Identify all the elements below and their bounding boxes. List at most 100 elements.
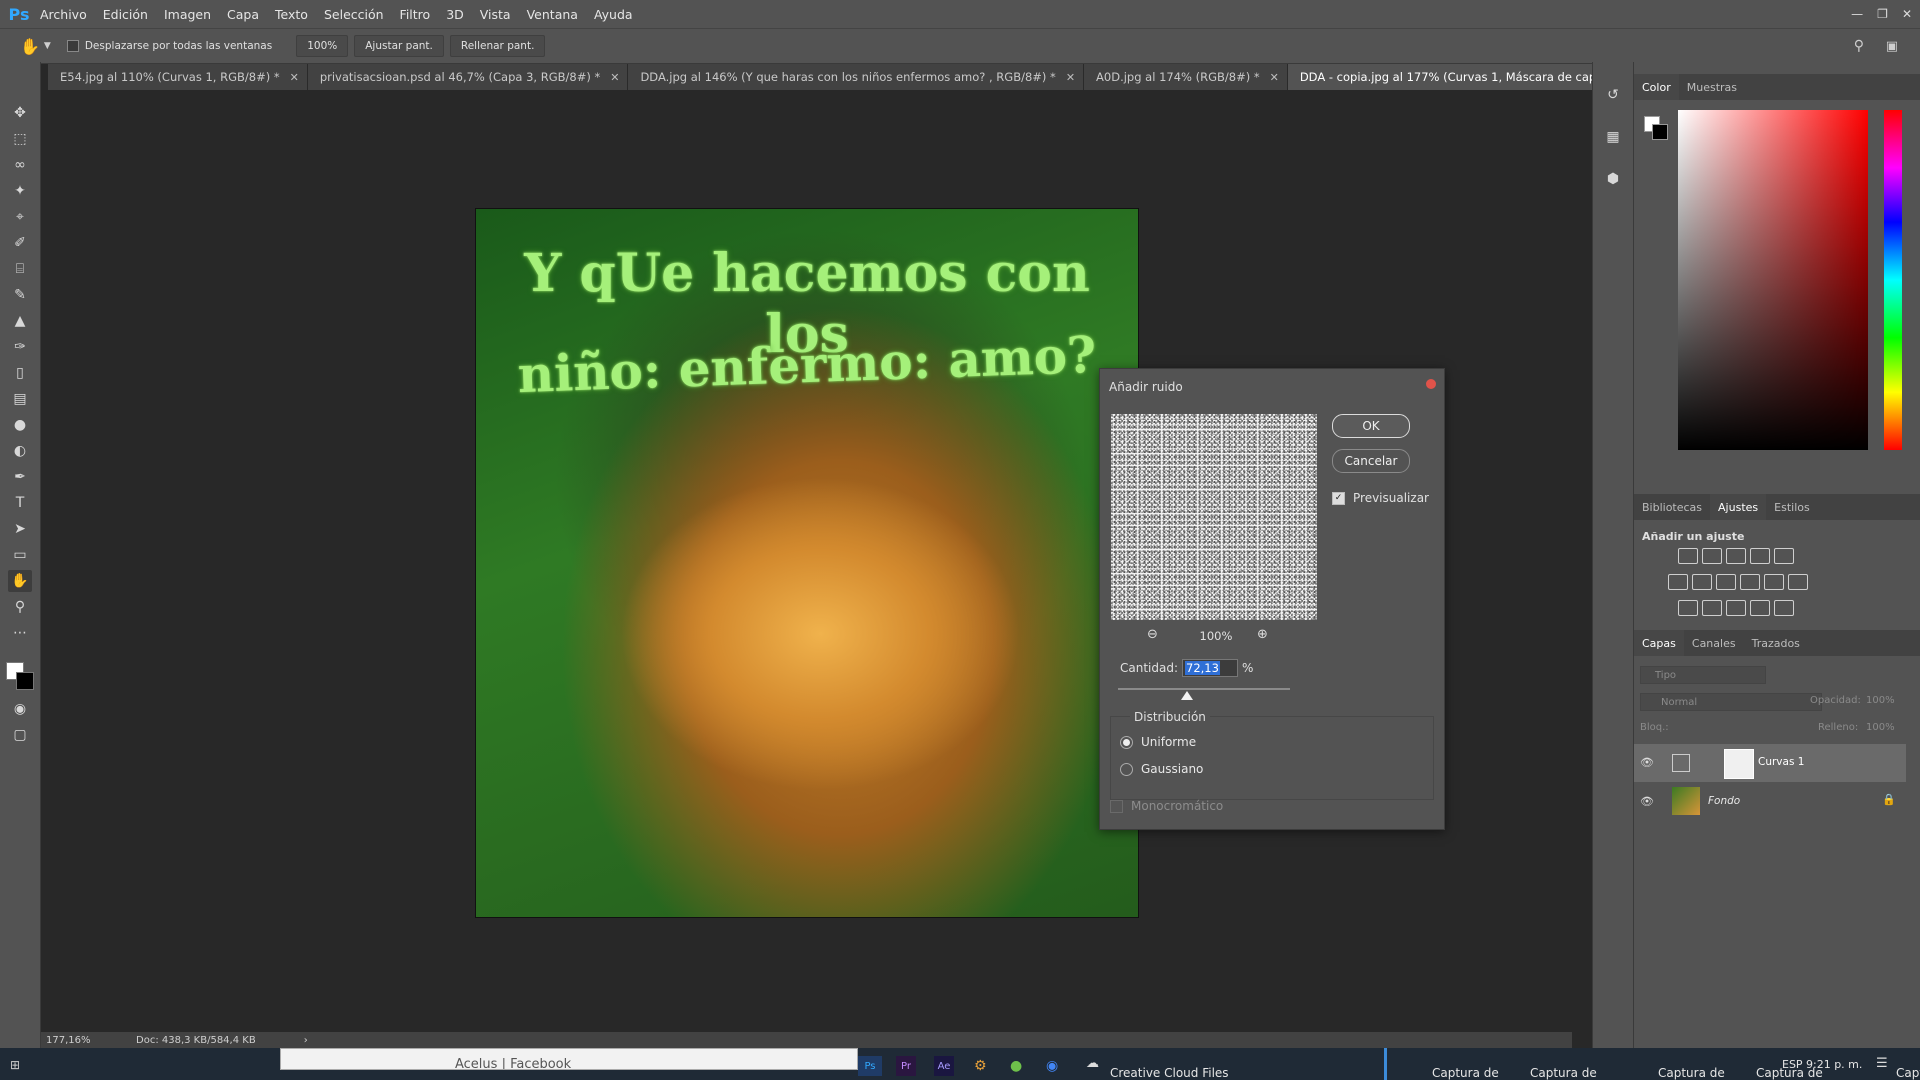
start-grid-icon[interactable]: ⊞ <box>10 1058 20 1072</box>
menu-vista[interactable]: Vista <box>472 7 519 22</box>
curves-adjust-icon[interactable] <box>1726 548 1746 564</box>
menu-seleccion[interactable]: Selección <box>316 7 392 22</box>
tab-bibliotecas[interactable]: Bibliotecas <box>1634 494 1710 520</box>
zoom-level[interactable]: 177,16% <box>46 1035 136 1046</box>
brush-tool-icon[interactable]: ✎ <box>8 284 32 306</box>
monochrome-checkbox[interactable] <box>1110 799 1123 813</box>
close-icon[interactable] <box>1426 379 1436 389</box>
language-indicator[interactable]: ESP <box>1782 1058 1803 1071</box>
clone-stamp-tool-icon[interactable]: ▲ <box>8 310 32 332</box>
brightness-adjust-icon[interactable] <box>1678 548 1698 564</box>
hue-slider[interactable] <box>1884 110 1902 450</box>
blend-mode-select[interactable]: Normal <box>1640 693 1822 711</box>
after-effects-taskbar-icon[interactable]: Ae <box>934 1056 954 1076</box>
selective-color-adjust-icon[interactable] <box>1750 600 1770 616</box>
menu-archivo[interactable]: Archivo <box>32 7 95 22</box>
layer-mask-thumbnail[interactable] <box>1724 749 1754 779</box>
capture-item[interactable]: Captura de <box>1530 1066 1597 1080</box>
menu-3d[interactable]: 3D <box>438 7 472 22</box>
capture-item[interactable]: Captura de <box>1432 1066 1499 1080</box>
dodge-tool-icon[interactable]: ◐ <box>8 440 32 462</box>
app-taskbar-icon[interactable]: ● <box>1010 1058 1022 1074</box>
creative-cloud-icon[interactable]: ☁ <box>1086 1056 1099 1071</box>
black-white-adjust-icon[interactable] <box>1716 574 1736 590</box>
menu-ventana[interactable]: Ventana <box>519 7 586 22</box>
amount-input[interactable]: 72,13 <box>1182 659 1238 677</box>
marquee-tool-icon[interactable]: ⬚ <box>8 128 32 150</box>
menu-edicion[interactable]: Edición <box>95 7 156 22</box>
history-brush-tool-icon[interactable]: ✑ <box>8 336 32 358</box>
fill-value[interactable]: 100% <box>1866 722 1895 733</box>
blur-tool-icon[interactable]: ● <box>8 414 32 436</box>
tab-estilos[interactable]: Estilos <box>1766 494 1818 520</box>
visibility-eye-icon[interactable]: 👁 <box>1640 795 1654 808</box>
eraser-tool-icon[interactable]: ▯ <box>8 362 32 384</box>
zoom-out-icon[interactable]: ⊖ <box>1147 627 1158 642</box>
color-lookup-adjust-icon[interactable] <box>1788 574 1808 590</box>
color-field[interactable] <box>1678 110 1868 450</box>
document-image[interactable]: Y qUe hacemos con los niño: enfermo: amo… <box>475 208 1139 918</box>
background-color-swatch[interactable] <box>1652 124 1668 140</box>
noise-preview[interactable] <box>1111 414 1317 620</box>
opacity-value[interactable]: 100% <box>1866 695 1895 706</box>
path-select-tool-icon[interactable]: ➤ <box>8 518 32 540</box>
status-chevron-icon[interactable]: › <box>304 1035 308 1046</box>
posterize-adjust-icon[interactable] <box>1702 600 1722 616</box>
screen-mode-icon[interactable]: ▢ <box>8 724 32 746</box>
color-balance-adjust-icon[interactable] <box>1692 574 1712 590</box>
tab-e54[interactable]: E54.jpg al 110% (Curvas 1, RGB/8#) * ✕ <box>48 64 308 90</box>
capture-item[interactable]: Captu <box>1896 1066 1920 1080</box>
quick-mask-icon[interactable]: ◉ <box>8 698 32 720</box>
hand-tool-icon[interactable]: ✋ <box>20 37 40 56</box>
menu-ayuda[interactable]: Ayuda <box>586 7 641 22</box>
background-color-swatch[interactable] <box>16 672 34 690</box>
visibility-eye-icon[interactable]: 👁 <box>1640 756 1654 769</box>
close-tab-icon[interactable]: ✕ <box>1066 71 1075 84</box>
scroll-all-windows-checkbox[interactable] <box>66 40 79 52</box>
restore-icon[interactable]: ❐ <box>1877 7 1888 21</box>
rectangle-tool-icon[interactable]: ▭ <box>8 544 32 566</box>
tool-preset-chevron-icon[interactable]: ▼ <box>44 41 51 51</box>
gradient-map-adjust-icon[interactable] <box>1774 600 1794 616</box>
photoshop-taskbar-icon[interactable]: Ps <box>858 1056 882 1076</box>
zoom-tool-icon[interactable]: ⚲ <box>8 596 32 618</box>
layer-row-fondo[interactable]: 👁 Fondo 🔒 <box>1634 783 1906 821</box>
uniform-radio[interactable] <box>1120 735 1133 749</box>
invert-adjust-icon[interactable] <box>1678 600 1698 616</box>
layer-kind-filter[interactable]: Tipo <box>1640 666 1766 684</box>
tab-dda[interactable]: DDA.jpg al 146% (Y que haras con los niñ… <box>628 64 1085 90</box>
layer-row-curvas[interactable]: 👁 Curvas 1 <box>1634 744 1906 782</box>
ok-button[interactable]: OK <box>1332 414 1410 438</box>
3d-panel-icon[interactable]: ⬢ <box>1601 168 1625 190</box>
history-panel-icon[interactable]: ↺ <box>1601 84 1625 106</box>
clock[interactable]: 9:21 p. m. <box>1806 1058 1862 1071</box>
tab-muestras[interactable]: Muestras <box>1679 74 1745 100</box>
tab-privatisacsioan[interactable]: privatisacsioan.psd al 46,7% (Capa 3, RG… <box>307 64 629 90</box>
vibrance-adjust-icon[interactable] <box>1774 548 1794 564</box>
preview-checkbox[interactable]: ✓ <box>1332 491 1345 505</box>
uniform-option[interactable]: Uniforme <box>1120 735 1196 749</box>
fill-screen-button[interactable]: Rellenar pant. <box>449 35 546 57</box>
zoom-in-icon[interactable]: ⊕ <box>1257 627 1268 642</box>
capture-item[interactable]: Captura de <box>1658 1066 1725 1080</box>
search-icon[interactable]: ⚲ <box>1854 38 1864 54</box>
gradient-tool-icon[interactable]: ▤ <box>8 388 32 410</box>
tab-ajustes[interactable]: Ajustes <box>1710 494 1767 520</box>
monochrome-option[interactable]: Monocromático <box>1110 799 1223 813</box>
type-tool-icon[interactable]: T <box>8 492 32 514</box>
close-icon[interactable]: ✕ <box>1902 7 1912 21</box>
cancel-button[interactable]: Cancelar <box>1332 449 1410 473</box>
zoom-100-button[interactable]: 100% <box>296 35 349 57</box>
photo-filter-adjust-icon[interactable] <box>1740 574 1760 590</box>
app-taskbar-icon[interactable]: ⚙ <box>974 1058 987 1074</box>
lasso-tool-icon[interactable]: ∞ <box>8 154 32 176</box>
close-tab-icon[interactable]: ✕ <box>290 71 299 84</box>
eyedropper-tool-icon[interactable]: ✐ <box>8 232 32 254</box>
hand-tool-icon[interactable]: ✋ <box>8 570 32 592</box>
minimize-icon[interactable]: — <box>1851 7 1863 21</box>
pen-tool-icon[interactable]: ✒ <box>8 466 32 488</box>
tab-trazados[interactable]: Trazados <box>1744 630 1808 656</box>
channel-mixer-adjust-icon[interactable] <box>1764 574 1784 590</box>
cc-files-label[interactable]: Creative Cloud Files <box>1110 1066 1229 1080</box>
properties-panel-icon[interactable]: ▦ <box>1601 126 1625 148</box>
